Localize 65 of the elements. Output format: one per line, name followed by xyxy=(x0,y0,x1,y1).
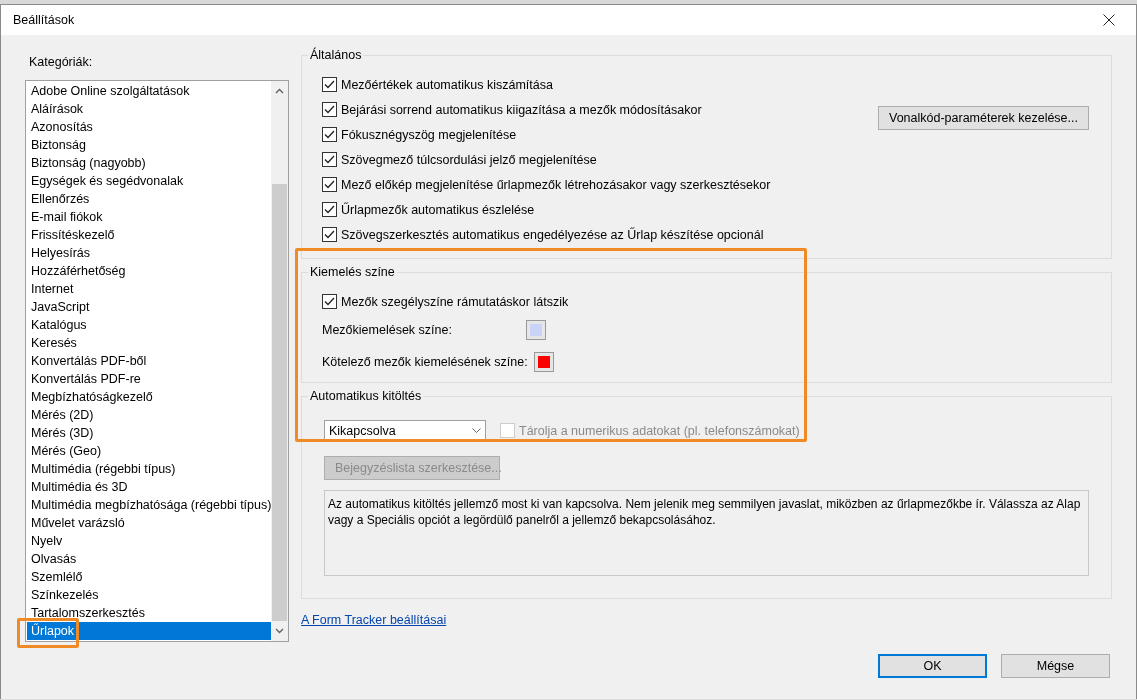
category-item[interactable]: Frissítéskezelő xyxy=(27,226,272,244)
dialog-button[interactable]: Mégse xyxy=(1001,654,1110,678)
checkbox[interactable] xyxy=(322,227,337,242)
autofill-dropdown[interactable]: Kikapcsolva xyxy=(324,419,486,442)
category-item[interactable]: Konvertálás PDF-re xyxy=(27,370,272,388)
option-label: Űrlapmezők automatikus észlelése xyxy=(341,202,535,217)
category-item[interactable]: Tartalomszerkesztés xyxy=(27,604,272,622)
checkbox[interactable] xyxy=(322,77,337,92)
group-title: Általános xyxy=(308,48,364,62)
category-item[interactable]: Multimédia és 3D xyxy=(27,478,272,496)
option-label: Szövegszerkesztés automatikus engedélyezése az Űrlap készítése opcionál xyxy=(341,227,764,242)
categories-label: Kategóriák: xyxy=(29,55,94,69)
highlight-frame xyxy=(17,618,79,648)
category-item[interactable]: Szemlélő xyxy=(27,568,272,586)
category-item[interactable]: Multimédia (régebbi típus) xyxy=(27,460,272,478)
category-item[interactable]: Művelet varázsló xyxy=(27,514,272,532)
category-item[interactable]: Multimédia megbízhatósága (régebbi típus) xyxy=(27,496,272,514)
dialog-button[interactable]: OK xyxy=(878,654,987,678)
color-label: Mezőkiemelések színe: xyxy=(322,323,453,337)
option-label: Mezők szegélyszíne rámutatáskor látszik xyxy=(341,294,569,309)
option-label: Bejárási sorrend automatikus kiigazítása a mezők módosításakor xyxy=(341,102,702,117)
description-text: Az automatikus kitöltés jellemző most ki van kapcsolva. Nem jelenik meg semmilyen javaslat, miközben az űrlapmezőkbe ír. Válassza az Alap vagy a Speciális opciót a legördülő panelről a jellemző bekapcsolásához. xyxy=(324,490,1089,576)
scrollbar-drawing[interactable] xyxy=(271,81,289,641)
category-item[interactable]: Űrlapok xyxy=(27,622,272,640)
checkbox[interactable] xyxy=(322,127,337,142)
category-item[interactable]: E-mail fiókok xyxy=(27,208,272,226)
category-item[interactable]: Olvasás xyxy=(27,550,272,568)
checkbox[interactable] xyxy=(322,177,337,192)
category-item[interactable]: Adobe Online szolgáltatások xyxy=(27,82,272,100)
category-item[interactable]: Aláírások xyxy=(27,100,272,118)
option-label: Mezőértékek automatikus kiszámítása xyxy=(341,77,553,92)
option-label: Szövegmező túlcsordulási jelző megjelenítése xyxy=(341,152,597,167)
category-item[interactable]: Konvertálás PDF-ből xyxy=(27,352,272,370)
checkbox[interactable] xyxy=(322,102,337,117)
barcode-settings-button[interactable]: Vonalkód-paraméterek kezelése... xyxy=(878,106,1089,130)
category-item[interactable]: Hozzáférhetőség xyxy=(27,262,272,280)
category-item[interactable]: Ellenőrzés xyxy=(27,190,272,208)
checkbox[interactable] xyxy=(322,294,337,309)
option-label: Fókusznégyszög megjelenítése xyxy=(341,127,517,142)
category-item[interactable]: Színkezelés xyxy=(27,586,272,604)
category-item[interactable]: Internet xyxy=(27,280,272,298)
color-label: Kötelező mezők kiemelésének színe: xyxy=(322,355,528,369)
category-item[interactable]: Azonosítás xyxy=(27,118,272,136)
group-title: Automatikus kitöltés xyxy=(308,389,424,403)
category-item[interactable]: Biztonság xyxy=(27,136,272,154)
category-item[interactable]: JavaScript xyxy=(27,298,272,316)
category-item[interactable]: Nyelv xyxy=(27,532,272,550)
category-item[interactable]: Megbízhatóságkezelő xyxy=(27,388,272,406)
option-label: Mező előkép megjelenítése űrlapmezők létrehozásakor vagy szerkesztésekor xyxy=(341,177,771,192)
category-item[interactable]: Katalógus xyxy=(27,316,272,334)
category-item[interactable]: Mérés (3D) xyxy=(27,424,272,442)
category-item[interactable]: Helyesírás xyxy=(27,244,272,262)
category-item[interactable]: Biztonság (nagyobb) xyxy=(27,154,272,172)
chevron-icon xyxy=(472,427,481,434)
group-title: Kiemelés színe xyxy=(308,265,397,279)
checkbox[interactable] xyxy=(322,152,337,167)
close-icon xyxy=(1103,14,1115,26)
window-title: Beállítások xyxy=(13,13,75,27)
category-item[interactable]: Keresés xyxy=(27,334,272,352)
category-item[interactable]: Mérés (2D) xyxy=(27,406,272,424)
category-item[interactable]: Mérés (Geo) xyxy=(27,442,272,460)
form-tracker-link[interactable]: A Form Tracker beállításai xyxy=(301,613,447,627)
checkbox[interactable] xyxy=(322,202,337,217)
option-label: Tárolja a numerikus adatokat (pl. telefonszámokat) xyxy=(519,423,800,438)
category-item[interactable]: Egységek és segédvonalak xyxy=(27,172,272,190)
